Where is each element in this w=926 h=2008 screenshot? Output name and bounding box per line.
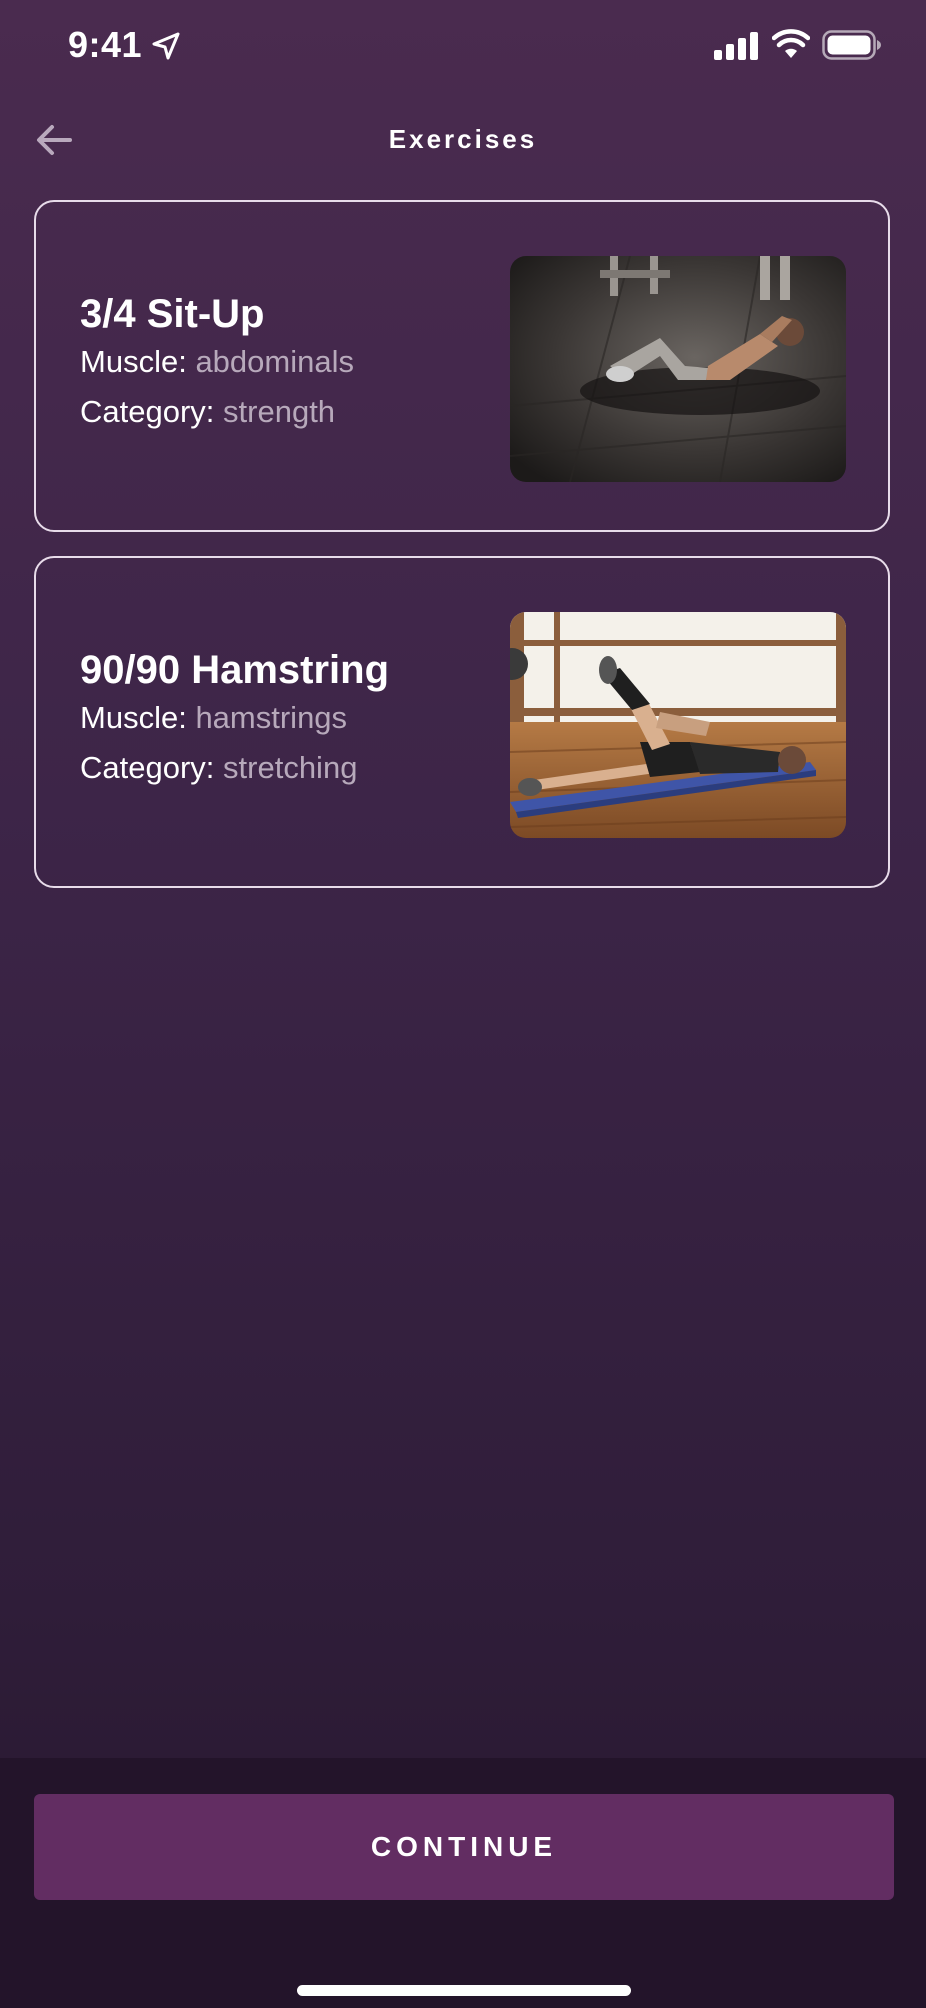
category-value: stretching bbox=[223, 750, 358, 785]
exercise-card[interactable]: 3/4 Sit-Up Muscle: abdominals Category: … bbox=[34, 200, 890, 532]
navigation-header: Exercises bbox=[0, 100, 926, 180]
status-bar: 9:41 bbox=[0, 0, 926, 92]
battery-icon bbox=[822, 30, 881, 60]
muscle-value: abdominals bbox=[195, 344, 354, 379]
continue-button[interactable]: CONTINUE bbox=[34, 1794, 894, 1900]
location-arrow-icon bbox=[152, 32, 180, 60]
category-label: Category: bbox=[80, 750, 215, 785]
exercise-muscle: Muscle: hamstrings bbox=[80, 700, 500, 736]
exercise-info: 3/4 Sit-Up Muscle: abdominals Category: … bbox=[80, 292, 500, 430]
home-indicator[interactable] bbox=[297, 1985, 631, 1996]
muscle-label: Muscle: bbox=[80, 700, 187, 735]
wifi-icon bbox=[772, 29, 810, 58]
exercise-image bbox=[510, 256, 846, 482]
muscle-label: Muscle: bbox=[80, 344, 187, 379]
muscle-value: hamstrings bbox=[195, 700, 348, 735]
bottom-bar: CONTINUE bbox=[0, 1758, 926, 2008]
exercise-info: 90/90 Hamstring Muscle: hamstrings Categ… bbox=[80, 648, 500, 786]
category-label: Category: bbox=[80, 394, 215, 429]
exercise-list: 3/4 Sit-Up Muscle: abdominals Category: … bbox=[34, 200, 894, 912]
exercise-muscle: Muscle: abdominals bbox=[80, 344, 500, 380]
exercise-category: Category: stretching bbox=[80, 750, 500, 786]
category-value: strength bbox=[223, 394, 336, 429]
exercise-title: 3/4 Sit-Up bbox=[80, 292, 265, 336]
cellular-signal-icon bbox=[714, 32, 758, 60]
page-title: Exercises bbox=[388, 124, 538, 154]
status-time: 9:41 bbox=[68, 24, 143, 65]
exercise-card[interactable]: 90/90 Hamstring Muscle: hamstrings Categ… bbox=[34, 556, 890, 888]
exercise-category: Category: strength bbox=[80, 394, 500, 430]
exercise-title: 90/90 Hamstring bbox=[80, 648, 390, 692]
exercise-image bbox=[510, 612, 846, 838]
